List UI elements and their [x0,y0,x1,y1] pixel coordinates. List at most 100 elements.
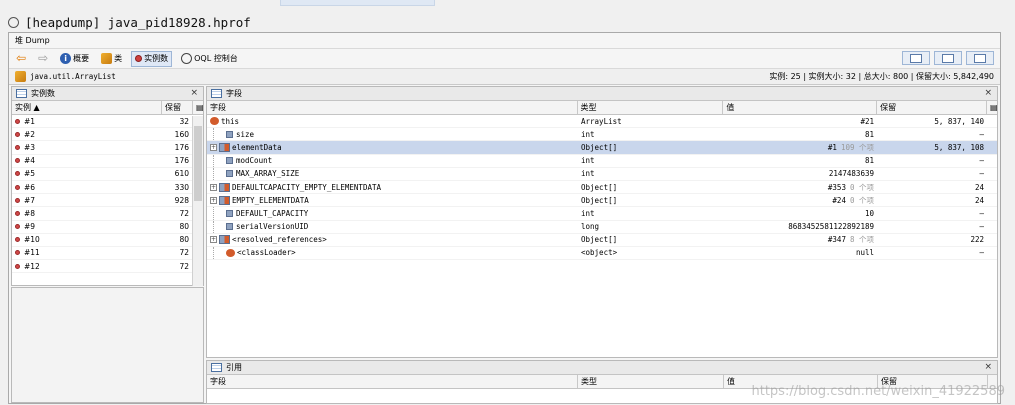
top-tab-strip [280,0,435,6]
field-item-count: 0 个项 [849,195,874,205]
reference-field-icon [219,182,230,192]
instances-scrollbar[interactable] [192,116,203,286]
field-retained: – [979,129,984,139]
column-header-field[interactable]: 字段 [207,375,578,388]
field-type: Object[] [581,142,618,152]
field-name: <classLoader> [237,248,296,258]
field-type: int [581,169,595,179]
column-header-type[interactable]: 类型 [578,375,724,388]
instance-row[interactable]: #7 928 [12,194,203,208]
instances-panel-title: 实例数 × [12,87,203,101]
scroll-thumb[interactable] [194,126,202,201]
close-icon[interactable]: × [984,362,992,372]
expand-icon[interactable]: + [210,183,217,191]
field-icon [226,209,233,217]
field-retained: – [979,208,984,218]
field-row[interactable]: + <resolved_references> Object[] #347 8 个项 22… [207,234,997,247]
instance-dot-icon [15,250,20,256]
layout-view-button-3[interactable] [966,51,994,65]
field-name: DEFAULTCAPACITY_EMPTY_ELEMENTDATA [232,182,382,192]
instance-row[interactable]: #11 72 [12,247,203,261]
field-name: this [221,116,240,126]
instances-button[interactable]: 实例数 [131,50,173,67]
column-header-value[interactable]: 值 [723,101,878,114]
column-header-instance[interactable]: 实例 ▲ [12,101,162,114]
field-row[interactable]: modCount int 81 – [207,154,997,168]
field-name: DEFAULT_CAPACITY [236,208,309,218]
instance-id-cell: #12 [12,260,162,272]
instance-dot-icon [15,144,20,150]
panel-layout-icon [942,53,954,63]
column-picker-button[interactable]: ▤ [193,101,204,114]
field-name: EMPTY_ELEMENTDATA [232,195,309,205]
layout-view-button-1[interactable] [902,51,930,65]
column-picker-button[interactable]: ▤ [987,101,998,114]
instance-row[interactable]: #1 32 [12,115,203,129]
column-header-type[interactable]: 类型 [578,101,724,114]
instance-retained: 928 [174,195,189,205]
field-value: 2147483639 [828,169,874,179]
column-header-retained[interactable]: 保留 [877,101,987,114]
field-row[interactable]: + EMPTY_ELEMENTDATA Object[] #24 0 个项 24 [207,194,997,208]
field-type: int [581,129,595,139]
field-name: modCount [236,156,273,166]
field-row[interactable]: <classLoader> <object> null – [207,246,997,261]
column-header-field[interactable]: 字段 [207,101,578,114]
field-row[interactable]: DEFAULT_CAPACITY int 10 – [207,207,997,221]
back-button[interactable]: ⇦ [13,51,29,67]
close-icon[interactable]: × [984,88,992,98]
instances-table-body: #1 32 #2 160 #3 176 #4 176 #5 610 #6 330 #7 928 #8 72 #9… [12,115,203,285]
instance-row[interactable]: #4 176 [12,155,203,168]
instance-row[interactable]: #3 176 [12,141,203,155]
field-row[interactable]: + DEFAULTCAPACITY_EMPTY_ELEMENTDATA Object… [207,181,997,195]
field-type: Object[] [581,235,618,245]
instance-retained: 160 [174,129,189,139]
instance-row[interactable]: #6 330 [12,181,203,195]
tab-heap-dump[interactable]: 堆 Dump [15,35,50,46]
field-row[interactable]: serialVersionUID long 8683452581122892189 – [207,220,997,234]
field-row[interactable]: this ArrayList #21 5, 837, 140 [207,115,997,129]
field-row[interactable]: size int 81 – [207,128,997,142]
field-type: Object[] [581,195,618,205]
field-name: size [236,129,255,139]
field-name-cell: modCount [207,154,578,167]
expand-icon[interactable]: + [210,143,217,151]
expand-icon[interactable]: + [210,236,217,244]
summary-button[interactable]: i 概要 [57,51,92,67]
instance-row[interactable]: #2 160 [12,128,203,142]
instance-row[interactable]: #9 80 [12,221,203,234]
field-type: int [581,156,595,166]
instance-retained: 72 [179,248,189,258]
expand-icon[interactable]: + [210,196,217,204]
forward-button[interactable]: ⇨ [35,51,51,67]
field-name-cell: <classLoader> [207,246,578,260]
instance-row[interactable]: #12 72 [12,260,203,274]
field-type: long [581,222,600,232]
field-row[interactable]: + elementData Object[] #1 109 个项 5, 837, 108 [207,141,997,155]
panel-layout-icon [910,53,922,63]
field-value: #24 [832,195,846,205]
close-icon[interactable]: × [190,88,198,98]
column-header-retained[interactable]: 保留 [162,101,193,114]
instance-row[interactable]: #8 72 [12,207,203,221]
instance-id: #10 [24,235,40,245]
field-item-count: 0 个项 [849,182,874,192]
instance-row[interactable]: #10 80 [12,234,203,247]
field-item-count: 8 个项 [849,235,874,245]
object-icon [226,248,235,257]
fields-panel-title: 字段 × [207,87,997,101]
layout-view-button-2[interactable] [934,51,962,65]
classes-button[interactable]: 类 [98,51,125,67]
field-row[interactable]: MAX_ARRAY_SIZE int 2147483639 – [207,167,997,181]
instance-id-cell: #5 [12,168,162,180]
field-value: 81 [864,129,874,139]
instance-dot-icon [15,237,20,243]
instance-row[interactable]: #5 610 [12,168,203,181]
panel-layout-icon [974,53,986,63]
back-arrow-icon: ⇦ [16,51,27,65]
tree-line [213,220,226,233]
field-value-cell: 81 [724,128,878,140]
field-value-cell: 2147483639 [724,168,878,180]
view-toggle-group [902,51,994,65]
oql-console-button[interactable]: OQL 控制台 [178,51,241,67]
